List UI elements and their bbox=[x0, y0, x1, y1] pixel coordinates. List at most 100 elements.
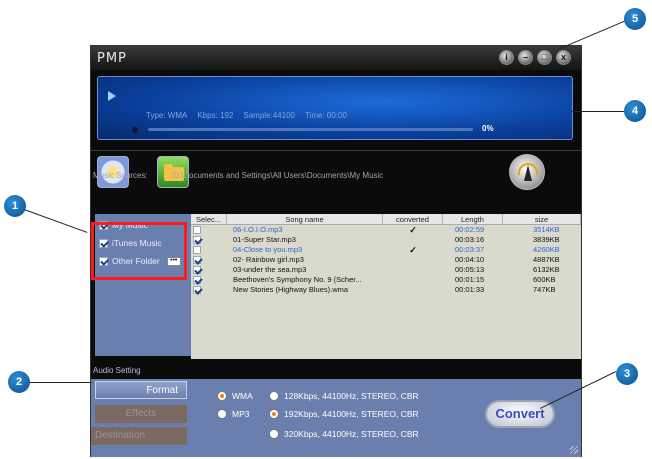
song-name: 02- Rainbow girl.mp3 bbox=[233, 255, 304, 264]
header-size[interactable]: size bbox=[503, 214, 581, 224]
play-icon[interactable] bbox=[108, 91, 116, 101]
callout-line-1 bbox=[15, 206, 88, 233]
maximize-icon[interactable]: □ bbox=[537, 50, 552, 65]
row-checkbox[interactable] bbox=[193, 256, 201, 264]
song-table: Selec... Song name converted Length size… bbox=[191, 214, 581, 359]
callout-line-5 bbox=[560, 19, 629, 49]
radio-button[interactable] bbox=[269, 409, 279, 419]
song-name: 01-Super Star.mp3 bbox=[233, 235, 296, 244]
song-length: 00:03:16 bbox=[455, 235, 485, 244]
row-checkbox[interactable] bbox=[193, 286, 201, 294]
audio-setting-label: Audio Setting bbox=[93, 366, 141, 375]
tab-effects[interactable]: Effects bbox=[95, 405, 187, 423]
radio-button[interactable] bbox=[269, 391, 279, 401]
song-name: 03-under the sea.mp3 bbox=[233, 265, 307, 274]
converted-mark bbox=[383, 235, 443, 245]
callout-line-2 bbox=[30, 382, 92, 383]
format-label: MP3 bbox=[232, 409, 250, 419]
song-name: 06-I.O.I.O.mp3 bbox=[233, 225, 283, 234]
table-row[interactable]: 04-Close to you.mp3 ✓ 00:03:37 4260KB bbox=[191, 245, 581, 255]
header-converted[interactable]: converted bbox=[383, 214, 443, 224]
row-checkbox[interactable] bbox=[193, 236, 201, 244]
seek-knob[interactable] bbox=[132, 127, 138, 133]
window-controls: i – □ x bbox=[499, 50, 571, 65]
quality-label: 192Kbps, 44100Hz, STEREO, CBR bbox=[284, 409, 419, 419]
convert-button[interactable]: Convert bbox=[485, 400, 555, 428]
select-cell bbox=[191, 285, 227, 295]
title-bar[interactable]: PMP i – □ x bbox=[91, 46, 581, 70]
resize-grip[interactable] bbox=[570, 446, 578, 454]
progress-percent: 0% bbox=[482, 124, 494, 133]
format-option-wma[interactable]: WMA bbox=[217, 391, 253, 401]
row-checkbox[interactable] bbox=[193, 266, 201, 274]
converted-mark bbox=[383, 265, 443, 275]
song-length: 00:01:33 bbox=[455, 285, 485, 294]
radio-button[interactable] bbox=[217, 409, 227, 419]
song-name: 04-Close to you.mp3 bbox=[233, 245, 303, 254]
row-checkbox[interactable] bbox=[193, 276, 201, 284]
callout-badge-3: 3 bbox=[616, 363, 638, 385]
quality-option-320[interactable]: 320Kbps, 44100Hz, STEREO, CBR bbox=[269, 429, 419, 439]
song-length: 00:03:37 bbox=[455, 245, 485, 254]
select-cell bbox=[191, 265, 227, 275]
row-checkbox[interactable] bbox=[193, 246, 201, 254]
table-row[interactable]: 06-I.O.I.O.mp3 ✓ 00:02:59 3514KB bbox=[191, 225, 581, 235]
table-row[interactable]: 02- Rainbow girl.mp3 00:04:10 4887KB bbox=[191, 255, 581, 265]
folder-highlight-box bbox=[91, 222, 187, 280]
pmp-window: PMP i – □ x Type: WMA Kbps: 192 Sample:4… bbox=[90, 45, 582, 457]
tab-destination[interactable]: Destination bbox=[91, 427, 187, 445]
converted-mark bbox=[383, 255, 443, 265]
select-cell bbox=[191, 245, 227, 255]
song-size: 600KB bbox=[533, 275, 556, 284]
callout-badge-1: 1 bbox=[4, 195, 26, 217]
music-sources-bar: Music Sources: D:\Documents and Settings… bbox=[91, 171, 581, 181]
header-select[interactable]: Selec... bbox=[191, 214, 227, 224]
song-name: Beethoven's Symphony No. 9 (Scher... bbox=[233, 275, 362, 284]
select-cell bbox=[191, 225, 227, 235]
table-header: Selec... Song name converted Length size bbox=[191, 214, 581, 225]
sample-readout: Sample:44100 bbox=[243, 111, 295, 120]
song-length: 00:02:59 bbox=[455, 225, 485, 234]
app-title: PMP bbox=[97, 51, 127, 66]
close-icon[interactable]: x bbox=[556, 50, 571, 65]
header-song-name[interactable]: Song name bbox=[227, 214, 383, 224]
quality-label: 320Kbps, 44100Hz, STEREO, CBR bbox=[284, 429, 419, 439]
table-row[interactable]: Beethoven's Symphony No. 9 (Scher... 00:0… bbox=[191, 275, 581, 285]
callout-badge-4: 4 bbox=[624, 100, 646, 122]
quality-label: 128Kbps, 44100Hz, STEREO, CBR bbox=[284, 391, 419, 401]
table-row[interactable]: 03-under the sea.mp3 00:05:13 6132KB bbox=[191, 265, 581, 275]
quality-option-192[interactable]: 192Kbps, 44100Hz, STEREO, CBR bbox=[269, 409, 419, 419]
table-row[interactable]: 01-Super Star.mp3 00:03:16 3839KB bbox=[191, 235, 581, 245]
radio-button[interactable] bbox=[217, 391, 227, 401]
divider bbox=[91, 150, 581, 151]
header-length[interactable]: Length bbox=[443, 214, 503, 224]
song-size: 3514KB bbox=[533, 225, 560, 234]
type-readout: Type: WMA bbox=[146, 111, 188, 120]
callout-line-4 bbox=[572, 111, 624, 112]
select-cell bbox=[191, 235, 227, 245]
select-cell bbox=[191, 255, 227, 265]
table-body: 06-I.O.I.O.mp3 ✓ 00:02:59 3514KB 01-Super St… bbox=[191, 225, 581, 295]
music-sources-path: D:\Documents and Settings\All Users\Docu… bbox=[173, 171, 384, 180]
callout-badge-2: 2 bbox=[8, 371, 30, 393]
song-size: 3839KB bbox=[533, 235, 560, 244]
table-row[interactable]: New Stories (Highway Blues).wma 00:01:33 7… bbox=[191, 285, 581, 295]
minimize-icon[interactable]: – bbox=[518, 50, 533, 65]
converted-mark bbox=[383, 285, 443, 295]
quality-option-128[interactable]: 128Kbps, 44100Hz, STEREO, CBR bbox=[269, 391, 419, 401]
song-size: 4887KB bbox=[533, 255, 560, 264]
song-size: 747KB bbox=[533, 285, 556, 294]
callout-badge-5: 5 bbox=[624, 8, 646, 30]
radio-button[interactable] bbox=[269, 429, 279, 439]
format-option-mp3[interactable]: MP3 bbox=[217, 409, 249, 419]
row-checkbox[interactable] bbox=[193, 226, 201, 234]
converted-mark bbox=[383, 275, 443, 285]
progress-bar[interactable] bbox=[148, 128, 473, 131]
track-info: Type: WMA Kbps: 192 Sample:44100 Time: 0… bbox=[146, 111, 347, 120]
tab-format[interactable]: Format bbox=[95, 381, 187, 399]
time-readout: Time: 00:00 bbox=[304, 111, 347, 120]
info-icon[interactable]: i bbox=[499, 50, 514, 65]
music-sources-label: Music Sources: bbox=[93, 171, 148, 180]
song-size: 4260KB bbox=[533, 245, 560, 254]
player-display: Type: WMA Kbps: 192 Sample:44100 Time: 0… bbox=[97, 76, 573, 140]
